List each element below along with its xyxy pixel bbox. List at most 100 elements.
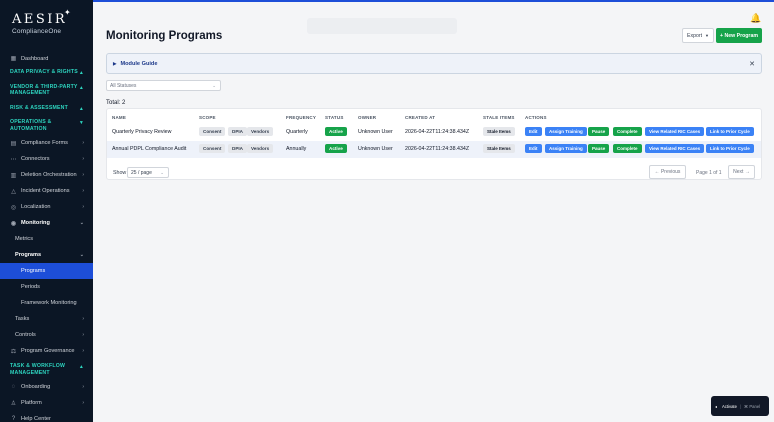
sidebar-item-label: Controls <box>15 332 36 338</box>
sidebar-item-metrics[interactable]: Metrics <box>0 231 93 247</box>
sidebar-item-dashboard[interactable]: ▦ Dashboard <box>0 51 93 66</box>
section-ops[interactable]: OPERATIONS & AUTOMATION ▼ <box>0 116 93 135</box>
sidebar-item-label: Platform <box>21 400 42 406</box>
next-page-button[interactable]: Next → <box>728 165 755 179</box>
sidebar-item-connectors[interactable]: ⋯ Connectors › <box>0 151 93 167</box>
export-button[interactable]: Export ▼ <box>682 28 714 43</box>
main-content: 🔔 Monitoring Programs Export ▼ + New Pro… <box>93 2 774 422</box>
sidebar-item-programs-list[interactable]: Programs <box>0 263 93 279</box>
sidebar-item-programs[interactable]: Programs ⌄ <box>0 247 93 263</box>
section-label: RISK & ASSESSMENT <box>10 104 68 111</box>
sidebar-item-label: Dashboard <box>21 55 49 62</box>
sidebar-nav: ▦ Dashboard DATA PRIVACY & RIGHTS ▲ VEND… <box>0 51 93 422</box>
section-vendor[interactable]: VENDOR & THIRD-PARTY MANAGEMENT ▲ <box>0 81 93 100</box>
scope-chip: Vendors <box>247 127 274 136</box>
sidebar-item-label: Programs <box>21 268 46 274</box>
sidebar-item-label: Deletion Orchestration <box>21 172 77 178</box>
link-prior-cycle-button[interactable]: Link to Prior Cycle <box>706 144 754 153</box>
sidebar-item-label: Monitoring <box>21 220 50 226</box>
new-program-button[interactable]: + New Program <box>716 28 762 43</box>
created-at: 2026-04-22T11:24:38.434Z <box>405 129 470 135</box>
view-ric-cases-button[interactable]: View Related RIC Cases <box>645 144 705 153</box>
sidebar-item-localization[interactable]: ◎ Localization › <box>0 199 93 215</box>
close-icon[interactable]: ✕ <box>749 60 755 68</box>
sidebar-item-monitoring[interactable]: ◉ Monitoring ⌄ <box>0 215 93 231</box>
status-badge: Active <box>325 127 347 136</box>
chevron-right-icon: › <box>82 332 84 338</box>
pause-button[interactable]: Pause <box>588 127 610 136</box>
divider: | <box>739 403 742 409</box>
help-icon: ? <box>11 416 16 422</box>
status-filter-select[interactable]: All Statuses ⌄ <box>106 80 221 91</box>
dashboard-icon: ▦ <box>10 56 17 62</box>
floating-activate-panel[interactable]: ◂ Activate | ⌘ Panel <box>711 396 769 416</box>
bell-icon[interactable]: 🔔 <box>750 13 761 24</box>
globe-icon: ◎ <box>10 204 17 211</box>
module-guide-banner[interactable]: ▶ Module Guide ✕ <box>106 53 762 74</box>
chevron-down-icon: ⌄ <box>79 220 84 226</box>
link-prior-cycle-button[interactable]: Link to Prior Cycle <box>706 127 754 136</box>
trash-icon: ▥ <box>10 172 17 179</box>
stale-items-button[interactable]: Stale Items <box>483 144 515 153</box>
sidebar-item-framework[interactable]: Framework Monitoring <box>0 295 93 311</box>
complete-button[interactable]: Complete <box>613 144 642 153</box>
brand-logo[interactable]: ✦ AESIR ComplianceOne <box>12 8 82 35</box>
sidebar-item-label: Connectors <box>21 156 50 162</box>
chevron-right-icon: › <box>82 172 84 178</box>
column-header: SCOPE <box>199 115 216 120</box>
sidebar-item-periods[interactable]: Periods <box>0 279 93 295</box>
sidebar-item-controls[interactable]: Controls › <box>0 327 93 343</box>
per-page-select[interactable]: 25 / page ⌄ <box>127 167 169 178</box>
sidebar-item-label: Localization <box>21 204 51 210</box>
sidebar-item-help[interactable]: ? Help Center <box>0 411 93 422</box>
owner: Unknown User <box>358 129 393 135</box>
sidebar-item-label: Tasks <box>15 316 30 322</box>
sidebar-item-program-governance[interactable]: ⚖ Program Governance › <box>0 343 93 359</box>
onboarding-icon: ◌ <box>11 384 16 390</box>
scope-chip: DPIA <box>228 127 247 136</box>
sidebar-item-deletion[interactable]: ▥ Deletion Orchestration › <box>0 167 93 183</box>
pause-button[interactable]: Pause <box>588 144 610 153</box>
program-name[interactable]: Quarterly Privacy Review <box>112 129 171 135</box>
sidebar-item-incident[interactable]: △ Incident Operations › <box>0 183 93 199</box>
stale-items-button[interactable]: Stale Items <box>483 127 515 136</box>
table-row: Annual PDPL Compliance Audit Consent DPI… <box>107 141 761 158</box>
sidebar-item-label: Program Governance <box>21 348 75 354</box>
governance-icon: ⚖ <box>10 348 17 355</box>
chevron-down-icon: ⌄ <box>160 169 164 175</box>
view-ric-cases-button[interactable]: View Related RIC Cases <box>645 127 705 136</box>
sidebar: ✦ AESIR ComplianceOne ▦ Dashboard DATA P… <box>0 0 93 422</box>
chevron-up-icon: ▲ <box>78 105 84 112</box>
program-name[interactable]: Annual PDPL Compliance Audit <box>112 146 186 152</box>
activate-label[interactable]: Activate <box>722 404 737 409</box>
edit-button[interactable]: Edit <box>525 127 542 136</box>
panel-label[interactable]: ⌘ Panel <box>744 404 760 409</box>
edit-button[interactable]: Edit <box>525 144 542 153</box>
column-header: FREQUENCY <box>286 115 317 120</box>
connector-icon: ⋯ <box>10 156 17 163</box>
section-label: TASK & WORKFLOW MANAGEMENT <box>10 363 66 376</box>
section-label: DATA PRIVACY & RIGHTS <box>10 69 78 75</box>
sidebar-item-tasks[interactable]: Tasks › <box>0 311 93 327</box>
sidebar-item-label: Incident Operations <box>21 188 70 194</box>
section-task-workflow[interactable]: TASK & WORKFLOW MANAGEMENT ▲ <box>0 360 93 379</box>
assign-training-button[interactable]: Assign Training <box>545 127 587 136</box>
chevron-right-icon: › <box>82 400 84 406</box>
status-filter-value: All Statuses <box>110 82 137 89</box>
sidebar-item-compliance-forms[interactable]: ▤ Compliance Forms › <box>0 135 93 151</box>
frequency: Annually <box>286 146 307 152</box>
complete-button[interactable]: Complete <box>613 127 642 136</box>
section-data-privacy[interactable]: DATA PRIVACY & RIGHTS ▲ <box>0 66 93 79</box>
user-icon: ♙ <box>10 400 17 407</box>
previous-page-button[interactable]: ← Previous <box>649 165 686 179</box>
caret-down-icon: ▼ <box>705 33 709 38</box>
chevron-up-icon: ▲ <box>78 364 84 370</box>
column-header: STALE ITEMS <box>483 115 515 120</box>
sidebar-item-label: Metrics <box>15 236 34 242</box>
search-bar-placeholder[interactable] <box>307 18 457 34</box>
sidebar-item-onboarding[interactable]: ◌ Onboarding › <box>0 379 93 395</box>
section-risk[interactable]: RISK & ASSESSMENT ▲ <box>0 102 93 115</box>
table-header: NAME SCOPE FREQUENCY STATUS OWNER CREATE… <box>107 112 763 124</box>
assign-training-button[interactable]: Assign Training <box>545 144 587 153</box>
sidebar-item-platform[interactable]: ♙ Platform › <box>0 395 93 411</box>
